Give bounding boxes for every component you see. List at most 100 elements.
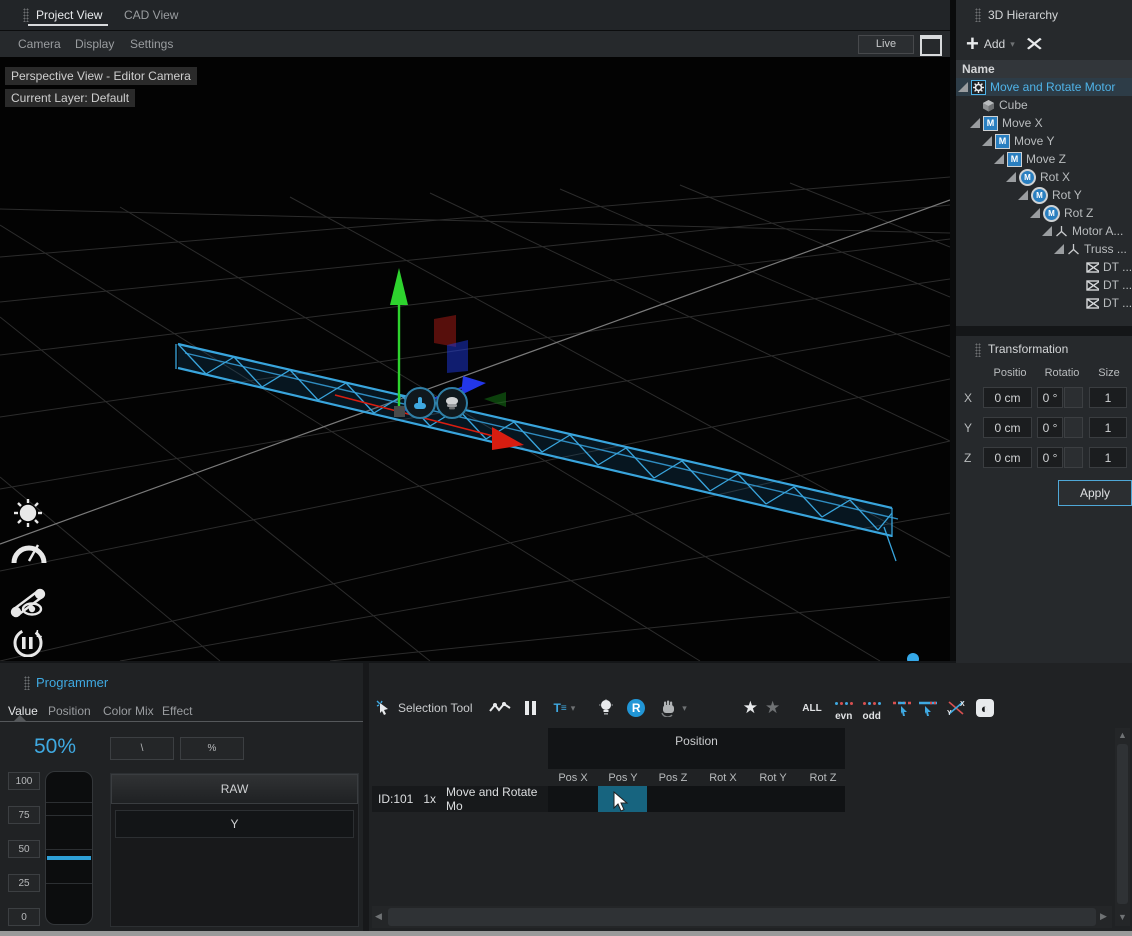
expand-triangle-icon[interactable] <box>1030 208 1040 218</box>
tree-item-rot-z[interactable]: M Rot Z <box>956 204 1132 222</box>
fixture-selection-badge[interactable] <box>436 387 468 419</box>
live-button[interactable]: Live <box>858 35 914 54</box>
text-tool-caret-icon[interactable]: ▾ <box>571 704 576 713</box>
network-nodes-icon[interactable] <box>888 653 943 661</box>
tree-item-move-and-rotate-motor[interactable]: Move and Rotate Motor <box>956 78 1132 96</box>
size-x-input[interactable]: 1 <box>1089 387 1127 408</box>
maximize-viewport-icon[interactable] <box>920 35 942 56</box>
gizmo-plane-yz[interactable] <box>447 340 468 373</box>
select-odd-button[interactable]: odd <box>862 694 882 722</box>
raw-header[interactable]: RAW <box>111 774 358 804</box>
add-plus-icon[interactable]: + <box>966 34 979 54</box>
tab-position[interactable]: Position <box>48 704 91 718</box>
size-y-input[interactable]: 1 <box>1089 417 1127 438</box>
record-r-icon[interactable]: R <box>627 699 645 717</box>
menu-camera[interactable]: Camera <box>18 37 61 51</box>
select-all-button[interactable]: ALL <box>802 703 821 714</box>
fader-scale-50[interactable]: 50 <box>8 840 40 858</box>
panel-divider[interactable] <box>950 0 956 661</box>
rotation-x-step-button[interactable] <box>1064 387 1083 408</box>
position-y-input[interactable]: 0 cm <box>983 417 1032 438</box>
horizontal-scroll-thumb[interactable] <box>388 908 1096 926</box>
tree-item-motor-axis[interactable]: Motor A... <box>956 222 1132 240</box>
fader-scale-75[interactable]: 75 <box>8 806 40 824</box>
rotation-z-step-button[interactable] <box>1064 447 1083 468</box>
expand-triangle-icon[interactable] <box>970 118 980 128</box>
expand-triangle-icon[interactable] <box>982 136 992 146</box>
grid-horizontal-scrollbar[interactable]: ◀ ▶ <box>372 906 1112 928</box>
tab-color-mix[interactable]: Color Mix <box>103 704 154 718</box>
fixture-row-label[interactable]: ID:101 1x Move and Rotate Mo <box>372 786 554 812</box>
expand-triangle-icon[interactable] <box>1018 190 1028 200</box>
grab-caret-icon[interactable]: ▾ <box>682 704 687 713</box>
rotation-x-input[interactable]: 0 ° <box>1037 387 1063 408</box>
panel-drag-handle[interactable] <box>23 8 29 22</box>
expand-triangle-icon[interactable] <box>994 154 1004 164</box>
menu-settings[interactable]: Settings <box>130 37 173 51</box>
tab-project-view[interactable]: Project View <box>36 8 102 22</box>
swap-xy-icon[interactable]: XY <box>946 699 966 717</box>
value-fader[interactable] <box>45 771 93 925</box>
y-parameter-row[interactable]: Y <box>115 810 354 838</box>
bottom-panel-divider[interactable] <box>363 663 369 931</box>
tree-item-move-z[interactable]: M Move Z <box>956 150 1132 168</box>
favorite-star-dim-icon[interactable]: ★ <box>765 698 780 718</box>
selection-tool-icon[interactable] <box>376 700 392 716</box>
add-dropdown-caret-icon[interactable]: ▾ <box>1010 40 1015 49</box>
timer-pause-icon[interactable]: L <box>15 629 42 656</box>
scroll-up-arrow-icon[interactable]: ▲ <box>1115 731 1130 740</box>
menu-display[interactable]: Display <box>75 37 114 51</box>
expand-triangle-icon[interactable] <box>1054 244 1064 254</box>
transformation-drag-handle[interactable] <box>975 343 981 357</box>
col-rot-y[interactable]: Rot Y <box>748 772 798 784</box>
expand-triangle-icon[interactable] <box>958 82 968 92</box>
col-rot-x[interactable]: Rot X <box>698 772 748 784</box>
motor-selection-badge[interactable] <box>404 387 436 419</box>
apply-button[interactable]: Apply <box>1058 480 1132 506</box>
gauge-icon[interactable] <box>14 545 44 563</box>
grab-hand-icon[interactable] <box>659 699 679 717</box>
expand-triangle-icon[interactable] <box>1042 226 1052 236</box>
backslash-button[interactable]: \ <box>110 737 174 760</box>
keyframe-curve-icon[interactable] <box>489 701 511 715</box>
fader-scale-0[interactable]: 0 <box>8 908 40 926</box>
col-pos-z[interactable]: Pos Z <box>648 772 698 784</box>
text-list-tool[interactable]: T <box>554 701 561 715</box>
display-tools-icon[interactable] <box>12 590 44 616</box>
grid-vertical-scrollbar[interactable]: ▲ ▼ <box>1115 728 1130 926</box>
favorite-star-icon[interactable]: ★ <box>743 698 758 718</box>
position-x-input[interactable]: 0 cm <box>983 387 1032 408</box>
tab-effect[interactable]: Effect <box>162 704 192 718</box>
col-pos-y[interactable]: Pos Y <box>598 772 648 784</box>
rotation-z-input[interactable]: 0 ° <box>1037 447 1063 468</box>
rotation-y-step-button[interactable] <box>1064 417 1083 438</box>
select-line-cursor-alt-icon[interactable] <box>918 699 938 717</box>
tree-item-cube[interactable]: Cube <box>956 96 1132 114</box>
add-button[interactable]: Add <box>984 37 1005 51</box>
col-pos-x[interactable]: Pos X <box>548 772 598 784</box>
size-z-input[interactable]: 1 <box>1089 447 1127 468</box>
position-z-input[interactable]: 0 cm <box>983 447 1032 468</box>
viewport-3d[interactable]: Perspective View - Editor Camera Current… <box>0 57 950 661</box>
gizmo-y-axis[interactable] <box>390 268 408 413</box>
hierarchy-drag-handle[interactable] <box>975 8 981 22</box>
invert-selection-icon[interactable]: ◐ <box>976 699 994 717</box>
fader-scale-25[interactable]: 25 <box>8 874 40 892</box>
tree-item-move-y[interactable]: M Move Y <box>956 132 1132 150</box>
tab-cad-view[interactable]: CAD View <box>124 8 178 22</box>
gizmo-plane-xy[interactable] <box>434 315 456 347</box>
select-line-cursor-icon[interactable] <box>892 699 912 717</box>
programmer-drag-handle[interactable] <box>24 676 30 690</box>
select-even-button[interactable]: evn <box>834 694 854 722</box>
col-rot-z[interactable]: Rot Z <box>798 772 848 784</box>
gizmo-origin[interactable] <box>394 406 405 417</box>
highlight-bulb-icon[interactable] <box>599 699 613 717</box>
pause-icon[interactable] <box>525 701 536 715</box>
vertical-scroll-thumb[interactable] <box>1117 744 1128 904</box>
sun-icon[interactable] <box>14 499 42 527</box>
truss-object[interactable] <box>176 344 898 561</box>
percent-button[interactable]: % <box>180 737 244 760</box>
scroll-down-arrow-icon[interactable]: ▼ <box>1115 913 1130 922</box>
scroll-right-arrow-icon[interactable]: ▶ <box>1100 912 1107 921</box>
scroll-left-arrow-icon[interactable]: ◀ <box>375 912 382 921</box>
